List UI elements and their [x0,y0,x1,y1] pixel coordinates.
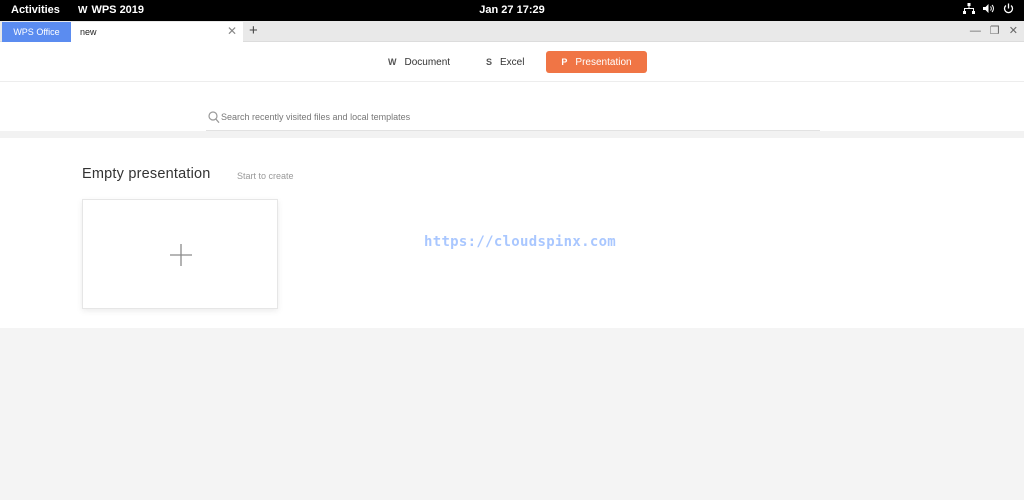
wps-logo-icon: W [78,4,88,16]
excel-mode-label: Excel [500,56,525,68]
tab-wps-office[interactable]: WPS Office [2,22,71,42]
minimize-icon[interactable]: — [970,24,981,38]
tab-bar: WPS Office new ✕ + — ❐ ✕ [0,21,1024,42]
close-tab-icon[interactable]: ✕ [227,25,237,37]
search-input[interactable]: Search recently visited files and local … [206,107,820,131]
power-icon[interactable] [1003,3,1014,14]
presentation-mode-label: Presentation [575,56,632,68]
template-section: Empty presentation Start to create https… [0,138,1024,328]
plus-icon [170,244,192,266]
mode-bar: W Document S Excel P Presentation [0,42,1024,82]
add-tab-icon[interactable]: + [249,22,258,40]
document-mode-label: Document [404,56,451,68]
window-close-icon[interactable]: ✕ [1009,24,1018,38]
presentation-icon: P [561,57,568,67]
search-icon [208,111,220,129]
empty-area [0,328,1024,500]
tab-new[interactable]: new ✕ [71,22,243,42]
activities-button[interactable]: Activities [11,4,60,16]
search-area: Search recently visited files and local … [0,82,1024,131]
clock[interactable]: Jan 27 17:29 [479,4,544,16]
watermark-text: https://cloudspinx.com [424,234,617,250]
app-menu-label: WPS 2019 [91,4,145,16]
presentation-mode-button[interactable]: P Presentation [546,51,647,73]
system-tray[interactable] [963,3,1014,14]
network-icon[interactable] [963,3,975,14]
tab-new-label: new [80,27,97,37]
volume-icon[interactable] [983,3,995,14]
window-controls: — ❐ ✕ [970,24,1018,38]
restore-icon[interactable]: ❐ [990,24,1000,38]
gnome-top-bar: Activities W WPS 2019 Jan 27 17:29 [0,0,1024,21]
section-subtitle: Start to create [237,171,294,181]
new-blank-presentation-card[interactable] [82,199,278,309]
spreadsheet-icon: S [486,57,493,67]
section-title: Empty presentation [82,166,211,182]
search-placeholder: Search recently visited files and local … [221,112,411,122]
excel-mode-button[interactable]: S Excel [476,51,534,73]
document-mode-button[interactable]: W Document [378,51,460,73]
writer-icon: W [388,57,397,67]
divider [0,131,1024,138]
app-menu[interactable]: W WPS 2019 [78,4,144,16]
